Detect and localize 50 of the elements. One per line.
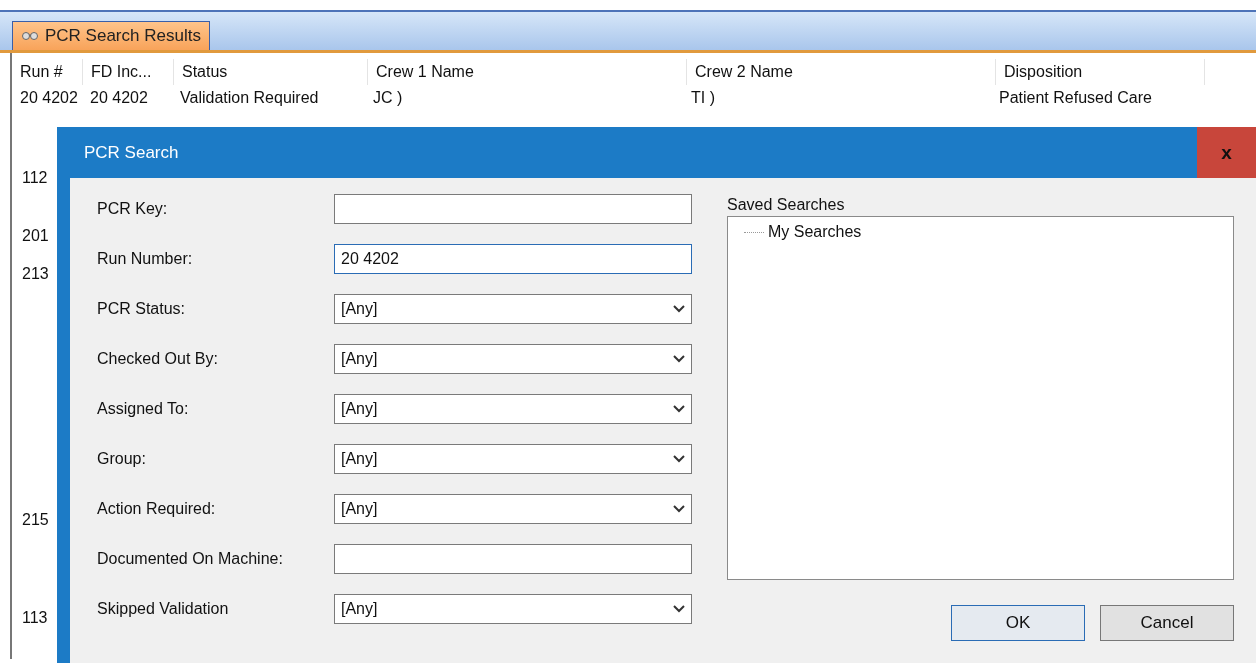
column-header[interactable]: Disposition bbox=[996, 59, 1205, 85]
column-header[interactable]: FD Inc... bbox=[83, 59, 174, 85]
input-field[interactable] bbox=[334, 194, 692, 224]
chevron-icon bbox=[673, 405, 685, 413]
field-label: Checked Out By: bbox=[97, 350, 219, 368]
table-cell-text: Patient Refused Care bbox=[998, 89, 1153, 107]
tab[interactable]: PCR Search Results bbox=[12, 21, 210, 50]
column-header[interactable]: Run # bbox=[12, 59, 83, 85]
chevron-icon bbox=[673, 455, 685, 463]
ok-button[interactable]: OK bbox=[951, 605, 1085, 641]
dropdown[interactable]: [Any] bbox=[334, 294, 692, 324]
tree-item[interactable]: My Searches bbox=[768, 223, 862, 241]
field-label: PCR Status: bbox=[97, 300, 187, 318]
field-label: Assigned To: bbox=[97, 400, 190, 418]
chevron-icon bbox=[673, 355, 685, 363]
dropdown[interactable]: [Any] bbox=[334, 444, 692, 474]
close-button[interactable]: x bbox=[1197, 127, 1256, 178]
dropdown[interactable]: [Any] bbox=[334, 394, 692, 424]
table-cell-text: 113 bbox=[22, 609, 48, 628]
field-label: Run Number: bbox=[97, 250, 194, 268]
chevron-icon bbox=[673, 305, 685, 313]
dropdown[interactable]: [Any] bbox=[334, 594, 692, 624]
column-header[interactable]: Crew 2 Name bbox=[687, 59, 996, 85]
table-cell-text: 20 4202 bbox=[89, 89, 149, 107]
field-label: Documented On Machine: bbox=[97, 550, 284, 568]
table-cell-text: 112 bbox=[22, 169, 48, 188]
field-label: PCR Key: bbox=[97, 200, 169, 218]
table-cell-text: 20 4202 bbox=[19, 89, 79, 107]
table-cell-text: Validation Required bbox=[179, 89, 320, 107]
chevron-icon bbox=[673, 605, 685, 613]
table-cell-text: 215 bbox=[22, 511, 49, 530]
cancel-button[interactable]: Cancel bbox=[1100, 605, 1234, 641]
field-label: Action Required: bbox=[97, 500, 217, 518]
input-field[interactable] bbox=[334, 544, 692, 574]
saved-searches-label: Saved Searches bbox=[727, 196, 846, 215]
field-label: Skipped Validation bbox=[97, 600, 230, 618]
field-label: Group: bbox=[97, 450, 147, 468]
glasses-icon bbox=[21, 31, 39, 41]
column-header[interactable]: Crew 1 Name bbox=[368, 59, 687, 85]
table-cell-text: 213 bbox=[22, 265, 49, 284]
tree-line bbox=[744, 231, 764, 233]
column-header[interactable]: Status bbox=[174, 59, 368, 85]
dropdown[interactable]: [Any] bbox=[334, 344, 692, 374]
input-field[interactable]: 20 4202 bbox=[334, 244, 692, 274]
dropdown[interactable]: [Any] bbox=[334, 494, 692, 524]
table-cell-text: 201 bbox=[22, 227, 49, 246]
dialog-title: PCR Search bbox=[83, 142, 179, 163]
table-cell-text: JC ) bbox=[372, 89, 404, 107]
table-cell-text: TI ) bbox=[690, 89, 716, 107]
chevron-icon bbox=[673, 505, 685, 513]
